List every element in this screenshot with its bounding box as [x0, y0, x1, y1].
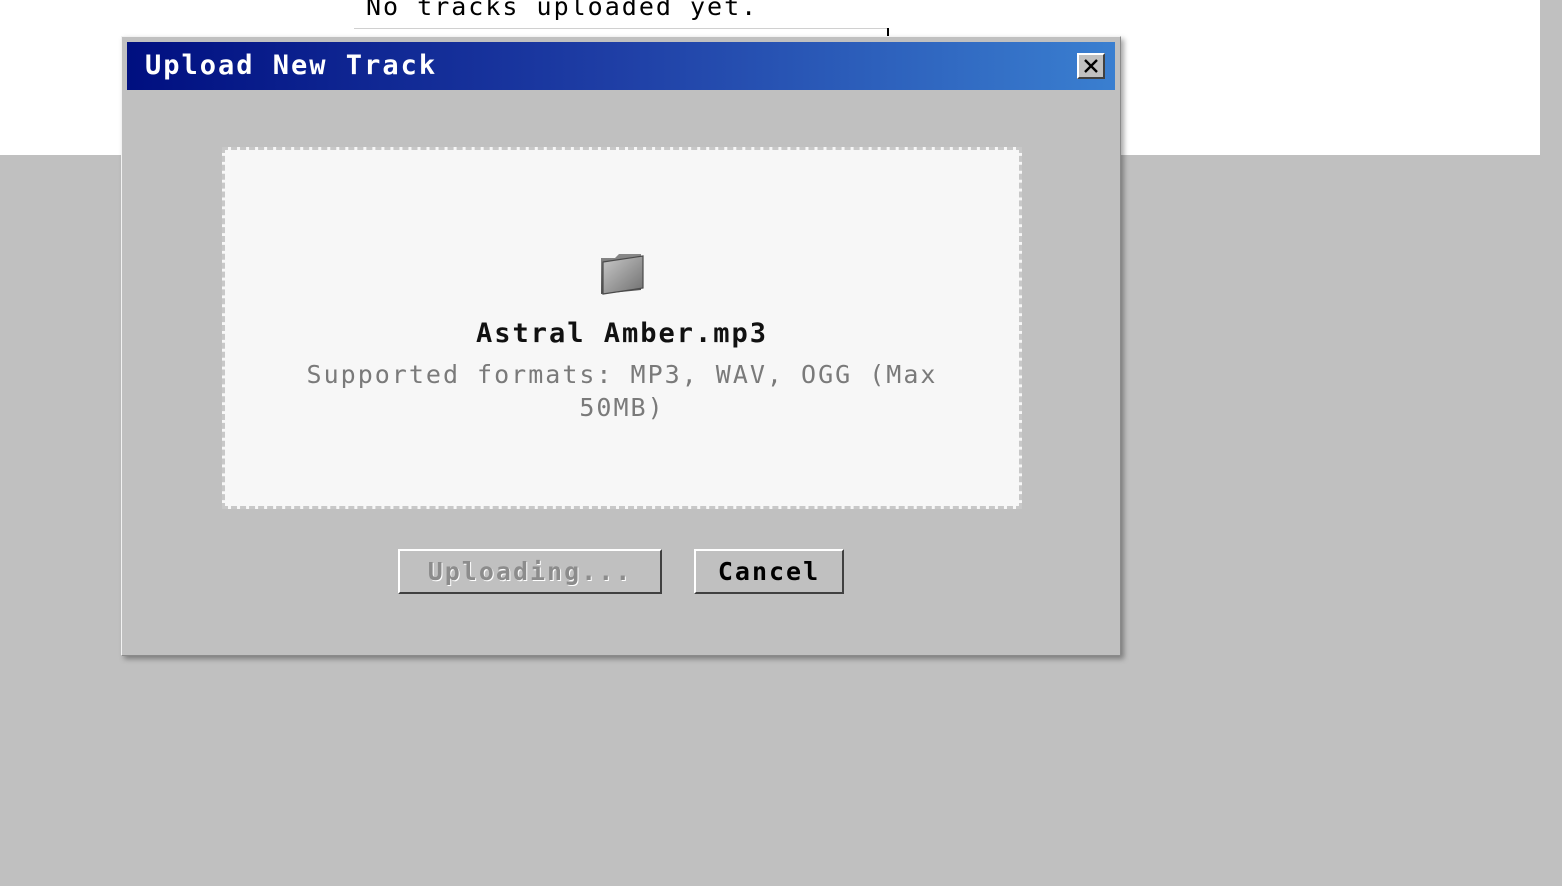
dialog-title: Upload New Track	[145, 50, 438, 81]
uploading-button: Uploading...	[398, 549, 662, 594]
file-drop-zone[interactable]: Astral Amber.mp3 Supported formats: MP3,…	[222, 147, 1022, 509]
empty-tracks-message: No tracks uploaded yet.	[366, 0, 759, 21]
supported-formats-text: Supported formats: MP3, WAV, OGG (Max 50…	[306, 360, 938, 422]
close-button[interactable]	[1077, 53, 1105, 79]
desktop: No tracks uploaded yet. Upload New Track	[0, 0, 1562, 886]
upload-track-dialog: Upload New Track Astral Amber.mp3 Suppor…	[121, 36, 1121, 656]
close-icon	[1084, 59, 1098, 73]
folder-icon	[601, 254, 644, 295]
cancel-button[interactable]: Cancel	[694, 549, 844, 594]
selected-file-name: Astral Amber.mp3	[475, 318, 769, 349]
background-divider	[354, 28, 888, 29]
dialog-titlebar[interactable]: Upload New Track	[127, 42, 1115, 90]
